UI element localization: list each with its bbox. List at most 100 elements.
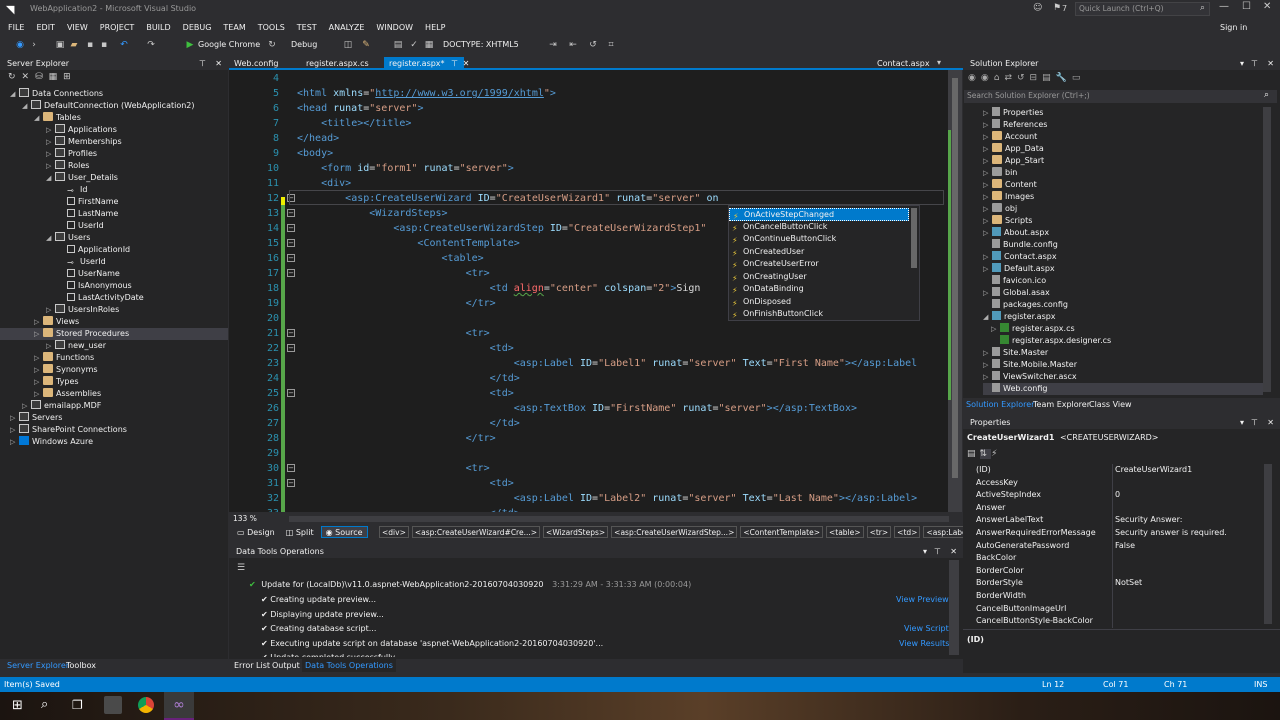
menu-window[interactable]: WINDOW [370, 20, 419, 35]
view-results-link[interactable]: View Results [899, 637, 949, 651]
pin-icon[interactable]: ⊤ [1251, 416, 1258, 429]
pin-icon[interactable]: ⊤ [934, 545, 941, 558]
tab-web-config[interactable]: Web.config [229, 57, 283, 71]
property-row[interactable]: BackColor [963, 552, 1263, 565]
solution-tree-item[interactable]: ▷ Scripts [983, 215, 1032, 227]
solution-tree-item[interactable]: ▷ register.aspx.cs [991, 323, 1075, 335]
expand-arrow-icon[interactable]: ▷ [983, 251, 992, 263]
dropdown-icon[interactable]: ▾ [1240, 416, 1244, 429]
code-line[interactable]: <div> [297, 176, 351, 191]
stop-icon[interactable]: ✕ [22, 72, 36, 82]
back-icon[interactable]: ◉ [14, 39, 26, 51]
expand-arrow-icon[interactable]: ▷ [46, 160, 55, 172]
expand-arrow-icon[interactable]: ▷ [10, 424, 19, 436]
server-tree-item[interactable]: ◢ User_Details [46, 172, 118, 184]
expand-arrow-icon[interactable]: ◢ [46, 232, 55, 244]
expand-arrow-icon[interactable]: ▷ [991, 323, 1000, 335]
breadcrumb-item[interactable]: <table> [825, 526, 864, 538]
bookmark-icon[interactable]: ⌗ [605, 39, 617, 51]
search-icon[interactable]: ⌕ [41, 697, 48, 712]
completion-item[interactable]: ⚡ OnCreateUserError [729, 258, 909, 271]
forward-icon[interactable]: › [28, 39, 40, 51]
back-icon[interactable]: ◉ [968, 73, 981, 83]
object-selector[interactable]: CreateUserWizard1 <CREATEUSERWIZARD> [967, 433, 1277, 445]
pin-icon[interactable]: ⊤ [199, 57, 206, 70]
tab-server-explorer[interactable]: Server Explorer [7, 661, 69, 670]
server-tree-item[interactable]: ▷ Views [34, 316, 79, 328]
categorized-icon[interactable]: ▤ [967, 449, 980, 459]
fold-toggle-icon[interactable]: − [287, 269, 295, 277]
server-tree-item[interactable]: ▷ Roles [46, 160, 89, 172]
solution-tree-item[interactable]: ▷ About.aspx [983, 227, 1049, 239]
connect-server-icon[interactable]: ▦ [49, 72, 64, 82]
page-icon[interactable]: ▤ [392, 39, 404, 51]
validate-icon[interactable]: ✓ [408, 39, 420, 51]
server-tree-item[interactable]: IsAnonymous [58, 280, 132, 292]
editor-scroll-thumb[interactable] [952, 78, 958, 478]
solution-tree-item[interactable]: ▷ Content [983, 179, 1037, 191]
ops-scrollbar[interactable] [949, 560, 959, 655]
minimize-button[interactable]: — [1219, 1, 1229, 12]
code-line[interactable]: <tr> [297, 326, 490, 341]
menu-team[interactable]: TEAM [217, 20, 251, 35]
solution-tree-item[interactable]: ▷ App_Start [983, 155, 1044, 167]
feedback-icon[interactable]: ☺ [1033, 3, 1042, 13]
close-button[interactable]: ✕ [1263, 1, 1271, 12]
expand-arrow-icon[interactable]: ◢ [46, 172, 55, 184]
zoom-level[interactable]: 133 % [233, 514, 257, 523]
attach-icon[interactable]: ◫ [342, 39, 354, 51]
menu-project[interactable]: PROJECT [94, 20, 141, 35]
tab-output[interactable]: Output [272, 661, 300, 670]
code-line[interactable]: <asp:TextBox ID="FirstName" runat="serve… [297, 401, 857, 416]
property-row[interactable]: CancelButtonStyle-BackColor [963, 615, 1263, 628]
solution-tree-item[interactable]: packages.config [983, 299, 1068, 311]
sync-icon[interactable]: ⇄ [1004, 73, 1017, 83]
forward-icon[interactable]: ◉ [981, 73, 994, 83]
expand-arrow-icon[interactable]: ▷ [34, 388, 43, 400]
server-tree-item[interactable]: ▷ Applications [46, 124, 117, 136]
server-tree-item[interactable]: UserName [58, 268, 120, 280]
menu-test[interactable]: TEST [291, 20, 323, 35]
expand-arrow-icon[interactable]: ▷ [983, 131, 992, 143]
view-split-button[interactable]: ◫ Split [282, 527, 318, 539]
solution-tree-item[interactable]: ▷ ViewSwitcher.ascx [983, 371, 1077, 383]
server-tree-item[interactable]: ▷ Memberships [46, 136, 122, 148]
indent-icon[interactable]: ⇥ [547, 39, 559, 51]
close-panel-icon[interactable]: ✕ [215, 57, 222, 70]
code-line[interactable]: </tr> [297, 431, 496, 446]
connect-db-icon[interactable]: ⛁ [35, 72, 49, 82]
solution-tree-item[interactable]: register.aspx.designer.cs [991, 335, 1111, 347]
clear-icon[interactable]: ☰ [237, 563, 245, 573]
expand-arrow-icon[interactable]: ▷ [983, 371, 992, 383]
property-row[interactable]: BorderWidth [963, 590, 1263, 603]
tab-overflow-icon[interactable]: ▾ [937, 58, 941, 67]
solution-tree-item[interactable]: ▷ Properties [983, 107, 1043, 119]
new-project-icon[interactable]: ▣ [54, 39, 66, 51]
server-tree-item[interactable]: ▷ Servers [10, 412, 62, 424]
expand-arrow-icon[interactable]: ▷ [46, 340, 55, 352]
expand-arrow-icon[interactable]: ▷ [34, 352, 43, 364]
breadcrumb-item[interactable]: <td> [894, 526, 921, 538]
fold-toggle-icon[interactable]: − [287, 329, 295, 337]
expand-arrow-icon[interactable]: ◢ [34, 112, 43, 124]
expand-arrow-icon[interactable]: ▷ [10, 412, 19, 424]
completion-item[interactable]: ⚡ OnCreatedUser [729, 246, 909, 259]
azure-icon[interactable]: ⊞ [63, 72, 77, 82]
properties-icon[interactable]: 🔧 [1056, 73, 1072, 83]
tab-toolbox[interactable]: Toolbox [66, 661, 96, 670]
outdent-icon[interactable]: ⇤ [567, 39, 579, 51]
properties-scrollbar[interactable] [1264, 464, 1272, 624]
server-tree-item[interactable]: ▷ Synonyms [34, 364, 98, 376]
server-tree-item[interactable]: ▷ Profiles [46, 148, 97, 160]
code-line[interactable]: </td> [297, 416, 520, 431]
code-line[interactable]: <asp:Label ID="Label2" runat="server" Te… [297, 491, 917, 506]
code-line[interactable]: <ContentTemplate> [297, 236, 519, 251]
preview-icon[interactable]: ▭ [1072, 73, 1086, 83]
property-value[interactable]: Security answer is required. [1115, 527, 1227, 540]
view-source-button[interactable]: ◉ Source [320, 526, 368, 538]
code-line[interactable]: <td> [297, 476, 514, 491]
server-tree-item[interactable]: ApplicationId [58, 244, 130, 256]
completion-item[interactable]: ⚡ OnCreatingUser [729, 271, 909, 284]
code-line[interactable]: <td> [297, 386, 514, 401]
pending-changes-icon[interactable]: ↺ [1017, 73, 1030, 83]
